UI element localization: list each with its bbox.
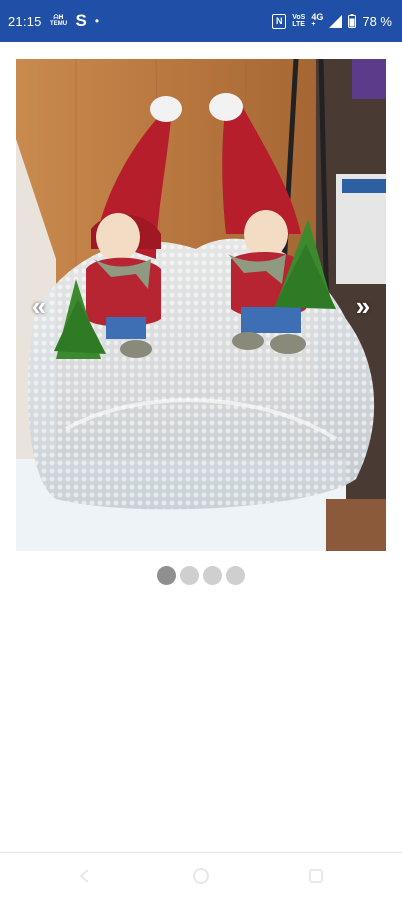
temu-icon: ᗩᕼ TEMU — [50, 15, 68, 27]
signal-icon — [329, 14, 343, 28]
gallery-pagination — [0, 566, 402, 585]
temu-icon-bottom: TEMU — [50, 21, 68, 27]
back-icon[interactable] — [76, 867, 94, 885]
s-app-icon: S — [75, 11, 87, 30]
volte-bottom: LTE — [292, 21, 305, 28]
next-image-button[interactable]: » — [348, 291, 378, 321]
home-icon[interactable] — [192, 867, 210, 885]
network-type: 4G — [311, 12, 324, 22]
recent-apps-icon[interactable] — [307, 867, 325, 885]
volte-icon: VoS LTE — [292, 14, 305, 28]
battery-icon — [348, 14, 357, 28]
notification-dot: • — [94, 14, 100, 28]
network-type-icon: 4G + — [311, 12, 324, 29]
status-bar-right: N VoS LTE 4G + 78 % — [272, 12, 402, 29]
battery-percent: 78 % — [362, 13, 392, 29]
pagination-dot-4[interactable] — [226, 566, 245, 585]
volte-top: VoS — [292, 14, 306, 21]
network-activity: + — [311, 21, 316, 28]
status-bar: 21:15 ᗩᕼ TEMU S • N VoS LTE 4G + 78 % — [0, 0, 402, 42]
status-bar-left: 21:15 ᗩᕼ TEMU S • — [0, 11, 99, 31]
product-photo[interactable] — [16, 59, 386, 551]
pagination-dot-2[interactable] — [180, 566, 199, 585]
pagination-dot-3[interactable] — [203, 566, 222, 585]
clock: 21:15 — [8, 13, 42, 29]
pagination-dot-1[interactable] — [157, 566, 176, 585]
nfc-icon: N — [272, 13, 287, 29]
previous-image-button[interactable]: « — [24, 291, 54, 321]
image-gallery[interactable]: « » — [16, 59, 386, 551]
system-nav-bar — [0, 852, 402, 901]
